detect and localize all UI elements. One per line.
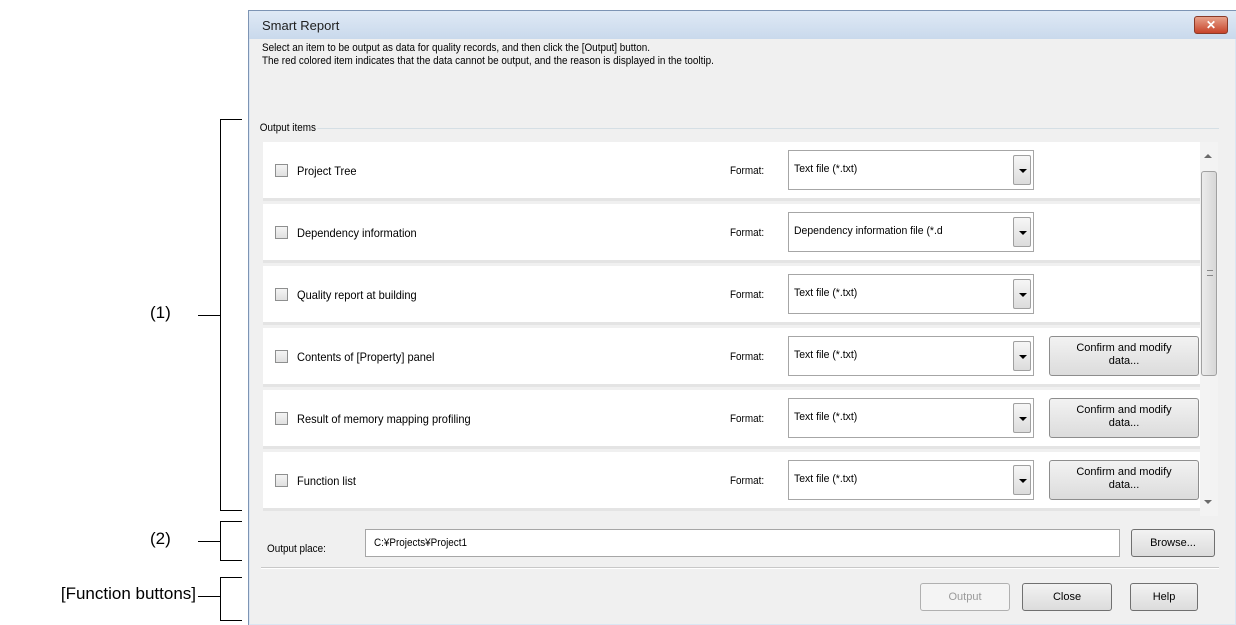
description: Select an item to be output as data for …	[262, 42, 714, 68]
format-select[interactable]: Text file (*.txt)	[788, 398, 1034, 438]
chevron-down-icon[interactable]	[1013, 465, 1031, 495]
scroll-down-icon[interactable]	[1204, 500, 1212, 504]
description-line-2: The red colored item indicates that the …	[262, 55, 714, 67]
annotation-1-bracket	[220, 119, 221, 511]
format-select[interactable]: Text file (*.txt)	[788, 150, 1034, 190]
confirm-modify-button[interactable]: Confirm and modify data...	[1049, 398, 1199, 438]
format-select[interactable]: Text file (*.txt)	[788, 336, 1034, 376]
format-select[interactable]: Text file (*.txt)	[788, 274, 1034, 314]
vertical-scrollbar[interactable]	[1200, 142, 1218, 516]
confirm-label-line-1: Confirm and modify	[1076, 342, 1172, 354]
confirm-label-line-1: Confirm and modify	[1076, 404, 1172, 416]
help-button[interactable]: Help	[1130, 583, 1198, 611]
format-label: Format:	[730, 165, 765, 177]
output-place-label: Output place:	[267, 543, 326, 555]
output-item-row: Dependency information Format: Dependenc…	[263, 204, 1200, 263]
close-window-button[interactable]: ✕	[1194, 16, 1228, 34]
format-label: Format:	[730, 289, 765, 301]
output-item-row: Function list Format: Text file (*.txt) …	[263, 452, 1200, 511]
item-label: Function list	[297, 474, 356, 488]
output-item-row: Contents of [Property] panel Format: Tex…	[263, 328, 1200, 387]
dependency-information-checkbox[interactable]	[275, 226, 288, 239]
format-label: Format:	[730, 413, 765, 425]
format-value: Text file (*.txt)	[794, 473, 858, 485]
item-label: Project Tree	[297, 164, 357, 178]
annotation-3-line	[198, 596, 220, 597]
close-button[interactable]: Close	[1022, 583, 1112, 611]
chevron-down-icon[interactable]	[1013, 403, 1031, 433]
confirm-modify-button[interactable]: Confirm and modify data...	[1049, 460, 1199, 500]
confirm-label-line-2: data...	[1108, 355, 1140, 367]
output-item-row: Quality report at building Format: Text …	[263, 266, 1200, 325]
window-title: Smart Report	[262, 18, 340, 33]
quality-report-checkbox[interactable]	[275, 288, 288, 301]
output-button[interactable]: Output	[920, 583, 1010, 611]
annotation-2: (2)	[150, 529, 171, 548]
chevron-down-icon[interactable]	[1013, 155, 1031, 185]
separator	[261, 567, 1219, 569]
function-list-checkbox[interactable]	[275, 474, 288, 487]
confirm-label-line-2: data...	[1108, 479, 1140, 491]
format-label: Format:	[730, 351, 765, 363]
output-place-input[interactable]: C:¥Projects¥Project1	[365, 529, 1120, 557]
browse-button[interactable]: Browse...	[1131, 529, 1215, 557]
chevron-down-icon[interactable]	[1013, 341, 1031, 371]
title-bar: Smart Report ✕	[249, 11, 1236, 39]
annotation-1-line	[198, 315, 220, 316]
item-label: Quality report at building	[297, 288, 417, 302]
grip-icon	[1207, 270, 1213, 276]
annotation-function-buttons: [Function buttons]	[60, 584, 196, 603]
output-items-list: Project Tree Format: Text file (*.txt) D…	[263, 142, 1200, 516]
output-item-row: Result of memory mapping profiling Forma…	[263, 390, 1200, 449]
description-line-1: Select an item to be output as data for …	[262, 42, 650, 54]
format-select[interactable]: Dependency information file (*.d	[788, 212, 1034, 252]
format-value: Text file (*.txt)	[794, 349, 858, 361]
annotation-2-bracket	[220, 521, 221, 561]
annotation-3-bracket	[220, 577, 221, 621]
output-items-label: Output items	[258, 122, 318, 134]
output-item-row: Project Tree Format: Text file (*.txt)	[263, 142, 1200, 201]
format-label: Format:	[730, 475, 765, 487]
output-place-value: C:¥Projects¥Project1	[374, 537, 467, 549]
annotation-2-line	[198, 541, 220, 542]
confirm-label-line-2: data...	[1108, 417, 1140, 429]
memory-mapping-checkbox[interactable]	[275, 412, 288, 425]
item-label: Result of memory mapping profiling	[297, 412, 471, 426]
scroll-up-icon[interactable]	[1204, 154, 1212, 158]
confirm-modify-button[interactable]: Confirm and modify data...	[1049, 336, 1199, 376]
confirm-label-line-1: Confirm and modify	[1076, 466, 1172, 478]
chevron-down-icon[interactable]	[1013, 279, 1031, 309]
format-label: Format:	[730, 227, 765, 239]
chevron-down-icon[interactable]	[1013, 217, 1031, 247]
project-tree-checkbox[interactable]	[275, 164, 288, 177]
annotation-1: (1)	[150, 303, 171, 322]
scrollbar-thumb[interactable]	[1201, 171, 1217, 376]
property-panel-checkbox[interactable]	[275, 350, 288, 363]
format-value: Text file (*.txt)	[794, 163, 858, 175]
smart-report-dialog: Smart Report ✕ Select an item to be outp…	[248, 10, 1236, 625]
format-select[interactable]: Text file (*.txt)	[788, 460, 1034, 500]
format-value: Dependency information file (*.d	[794, 225, 943, 237]
format-value: Text file (*.txt)	[794, 411, 858, 423]
format-value: Text file (*.txt)	[794, 287, 858, 299]
item-label: Contents of [Property] panel	[297, 350, 435, 364]
item-label: Dependency information	[297, 226, 417, 240]
